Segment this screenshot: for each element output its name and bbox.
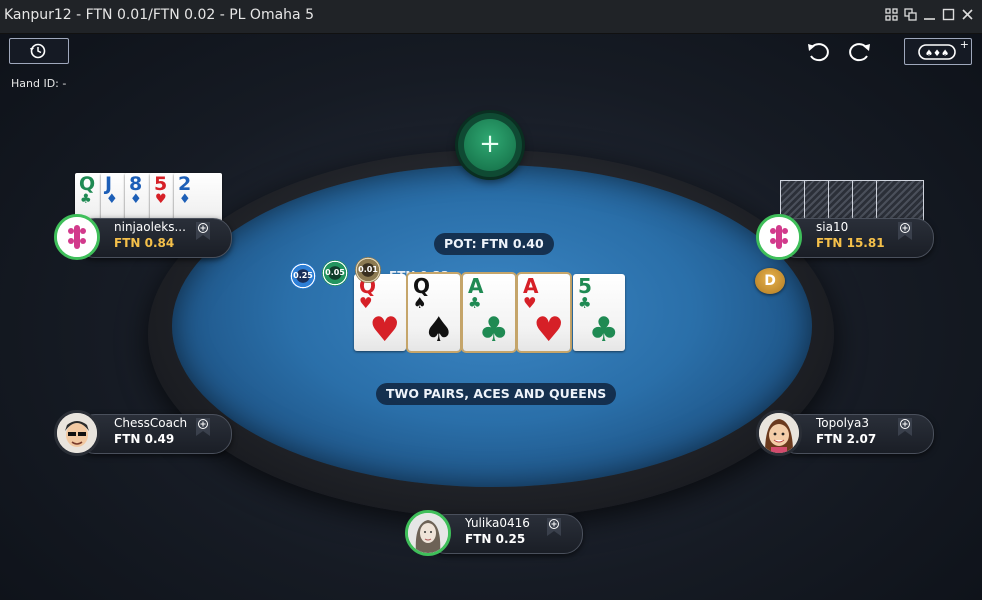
avatar: [54, 410, 100, 456]
avatar: [756, 410, 802, 456]
player-seat[interactable]: Topolya3 FTN 2.07: [756, 410, 934, 456]
player-seat[interactable]: Yulika0416 FTN 0.25: [405, 510, 583, 556]
redo-icon[interactable]: [844, 41, 872, 63]
card-suit: ♣: [468, 294, 482, 312]
board-card: 5 ♣ ♣: [573, 274, 625, 351]
player-name: sia10: [816, 220, 849, 234]
board-card: A ♥ ♥: [518, 274, 570, 351]
player-stack: FTN 0.25: [465, 532, 526, 546]
player-stack: FTN 15.81: [816, 236, 885, 250]
player-name: Yulika0416: [465, 516, 530, 530]
svg-text:♠♦♠: ♠♦♠: [925, 49, 949, 59]
card-suit: ♦: [130, 192, 142, 207]
chip-stack: 0.05: [322, 260, 348, 286]
player-stack: FTN 0.84: [114, 236, 175, 250]
player-seat[interactable]: ChessCoach FTN 0.49: [54, 410, 232, 456]
player-stack: FTN 0.49: [114, 432, 175, 446]
history-icon: [30, 43, 46, 59]
title-bar: Kanpur12 - FTN 0.01/FTN 0.02 - PL Omaha …: [0, 0, 982, 34]
card-suit-large: ♣: [588, 310, 619, 350]
player-seat[interactable]: sia10 FTN 15.81: [756, 214, 934, 260]
card-suit: ♥: [155, 192, 167, 207]
add-table-plus: +: [959, 38, 969, 51]
window-controls: [885, 8, 974, 21]
card-suit: ♥: [359, 294, 373, 312]
player-notes-icon[interactable]: [547, 518, 561, 536]
chip-stack: 0.01: [355, 257, 381, 283]
hand-id: Hand ID: -: [11, 77, 67, 90]
avatar: [54, 214, 100, 260]
board-card: Q ♥ ♥: [354, 274, 406, 351]
player-name: ninjaoleks...: [114, 220, 186, 234]
player-seat[interactable]: ninjaoleks... FTN 0.84: [54, 214, 232, 260]
chip-stack: 0.25: [290, 263, 316, 289]
board-card: Q ♠ ♠: [408, 274, 460, 351]
card-suit-large: ♥: [533, 310, 564, 350]
maximize-icon[interactable]: [942, 8, 955, 21]
card-suit: ♦: [106, 192, 118, 207]
player-notes-icon[interactable]: [898, 222, 912, 240]
window-title: Kanpur12 - FTN 0.01/FTN 0.02 - PL Omaha …: [4, 7, 314, 23]
add-chips-button[interactable]: +: [458, 113, 522, 177]
minimize-icon[interactable]: [923, 8, 936, 21]
hand-history-button[interactable]: [9, 38, 69, 64]
card-suit: ♣: [578, 294, 592, 312]
cards-table-icon: ♠♦♠: [918, 44, 956, 60]
plus-icon: +: [479, 129, 501, 159]
board-card: A ♣ ♣: [463, 274, 515, 351]
dealer-button: D: [755, 268, 785, 294]
avatar: [756, 214, 802, 260]
player-notes-icon[interactable]: [898, 418, 912, 436]
hand-description: TWO PAIRS, ACES AND QUEENS: [376, 383, 617, 405]
avatar: [405, 510, 451, 556]
player-notes-icon[interactable]: [196, 222, 210, 240]
card-suit-large: ♠: [423, 310, 454, 350]
close-icon[interactable]: [961, 8, 974, 21]
add-table-button[interactable]: ♠♦♠ +: [904, 38, 972, 65]
card-suit-large: ♥: [369, 310, 400, 350]
pot-label: POT: FTN 0.40: [434, 233, 554, 255]
undo-icon[interactable]: [806, 41, 834, 63]
tile-icon[interactable]: [885, 8, 898, 21]
restore-icon[interactable]: [904, 8, 917, 21]
card-suit: ♥: [523, 294, 537, 312]
card-suit-large: ♣: [478, 310, 509, 350]
player-name: ChessCoach: [114, 416, 188, 430]
player-name: Topolya3: [816, 416, 870, 430]
player-notes-icon[interactable]: [196, 418, 210, 436]
card-suit: ♠: [413, 294, 427, 312]
card-suit: ♣: [80, 192, 92, 207]
player-stack: FTN 2.07: [816, 432, 877, 446]
card-suit: ♦: [179, 192, 191, 207]
